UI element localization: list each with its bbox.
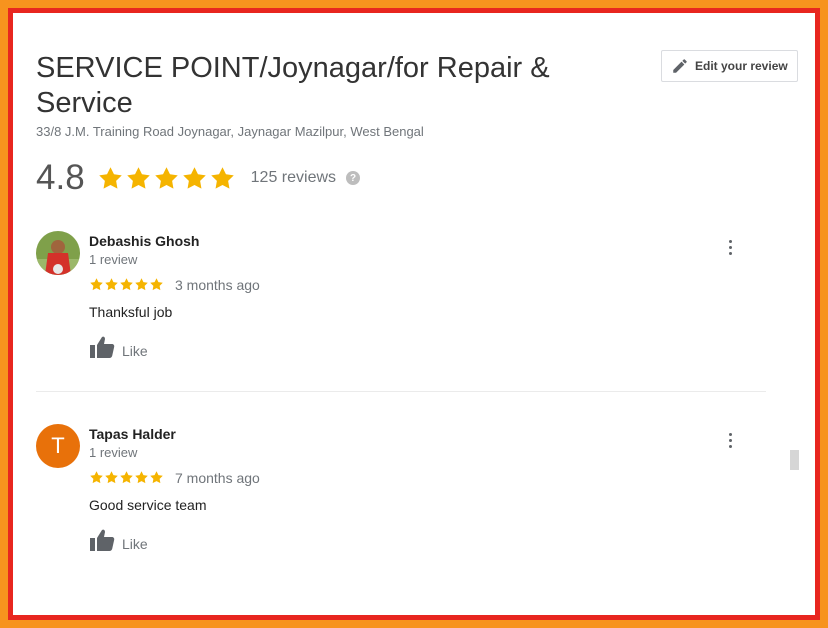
star-icon <box>120 278 133 291</box>
star-icon <box>150 471 163 484</box>
star-icon <box>90 471 103 484</box>
star-icon <box>105 471 118 484</box>
like-label: Like <box>122 343 148 359</box>
avatar[interactable] <box>36 231 80 275</box>
review-text: Thanksful job <box>89 304 173 320</box>
review-stars <box>89 470 164 485</box>
business-address: 33/8 J.M. Training Road Joynagar, Jaynag… <box>36 124 424 139</box>
star-icon <box>135 471 148 484</box>
like-label: Like <box>122 536 148 552</box>
reviewer-review-count: 1 review <box>89 445 138 460</box>
star-icon <box>126 166 150 189</box>
avatar[interactable]: T <box>36 424 80 468</box>
star-icon <box>182 166 206 189</box>
pencil-icon <box>673 59 687 73</box>
rating-summary: 4.8 125 reviews ? <box>36 156 361 200</box>
scrollbar-thumb[interactable] <box>790 450 799 470</box>
star-icon <box>120 471 133 484</box>
rating-stars <box>97 165 236 192</box>
reviewer-name[interactable]: Debashis Ghosh <box>89 233 199 249</box>
review-item: T Tapas Halder 1 review 7 months ago Goo… <box>13 424 815 594</box>
star-icon <box>150 278 163 291</box>
reviews-panel: SERVICE POINT/Joynagar/for Repair & Serv… <box>13 13 815 615</box>
star-icon <box>135 278 148 291</box>
reviewer-review-count: 1 review <box>89 252 138 267</box>
like-button[interactable]: Like <box>89 335 148 359</box>
edit-review-label: Edit your review <box>695 59 788 73</box>
business-name: SERVICE POINT/Joynagar/for Repair & Serv… <box>36 52 550 119</box>
edit-review-button[interactable]: Edit your review <box>661 50 798 82</box>
star-icon <box>210 166 234 189</box>
more-options-icon[interactable] <box>720 237 740 257</box>
help-icon[interactable]: ? <box>346 171 361 185</box>
star-icon <box>154 166 178 189</box>
review-count[interactable]: 125 reviews <box>251 169 336 187</box>
review-item: Debashis Ghosh 1 review 3 months ago Tha… <box>13 231 815 401</box>
review-date: 7 months ago <box>175 470 260 486</box>
star-icon <box>105 278 118 291</box>
rating-value: 4.8 <box>36 158 85 197</box>
reviewer-name[interactable]: Tapas Halder <box>89 426 176 442</box>
more-options-icon[interactable] <box>720 430 740 450</box>
thumbs-up-icon <box>90 336 115 358</box>
thumbs-up-icon <box>90 529 115 551</box>
review-text: Good service team <box>89 497 207 513</box>
review-stars <box>89 277 164 292</box>
star-icon <box>90 278 103 291</box>
like-button[interactable]: Like <box>89 528 148 552</box>
review-divider <box>36 391 766 392</box>
star-icon <box>98 166 122 189</box>
review-date: 3 months ago <box>175 277 260 293</box>
